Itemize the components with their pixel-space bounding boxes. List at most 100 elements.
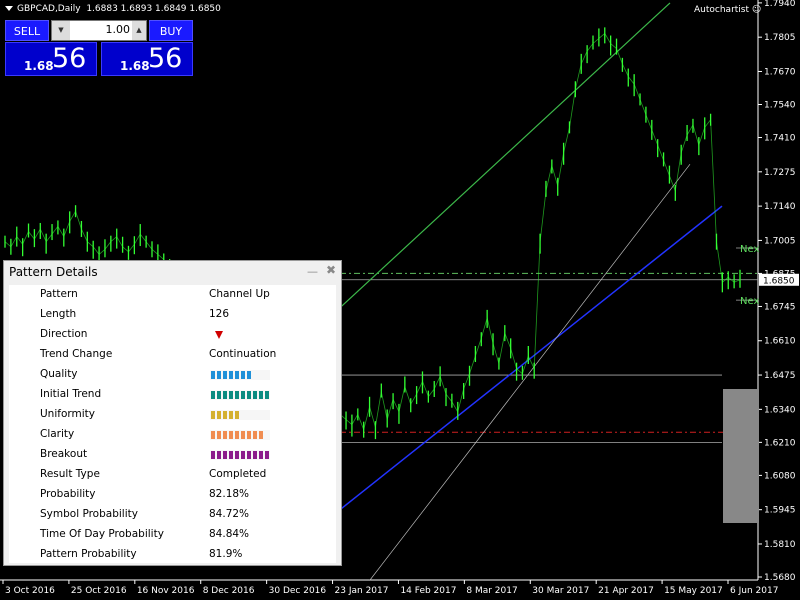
detail-key: Direction <box>40 328 88 340</box>
y-tick-label: 1.5680 <box>764 573 796 583</box>
rating-segment <box>217 451 221 459</box>
channel-upper-line <box>339 2 671 309</box>
rating-segment <box>211 391 215 399</box>
rating-segment <box>253 391 257 399</box>
direction-down-icon <box>215 331 223 339</box>
y-tick-label: 1.7940 <box>764 0 796 9</box>
rating-segment <box>211 431 215 439</box>
rating-segment <box>235 391 239 399</box>
rating-segment <box>241 431 245 439</box>
rating-segment <box>223 431 227 439</box>
lot-up-icon[interactable]: ▲ <box>132 21 146 40</box>
forecast-label: Nex <box>740 296 759 307</box>
pattern-details-table: Pattern Channel Up Length 126 Direction Trend… <box>9 285 336 563</box>
x-tick-label: 21 Apr 2017 <box>598 586 654 596</box>
x-tick-label: 8 Mar 2017 <box>466 586 517 596</box>
rating-segment <box>253 431 257 439</box>
rating-segment <box>265 451 269 459</box>
rating-segment <box>235 371 239 379</box>
y-tick-label: 1.5945 <box>764 506 796 516</box>
detail-key: Initial Trend <box>40 388 102 400</box>
detail-value: Completed <box>209 468 267 480</box>
rating-segment <box>235 411 239 419</box>
rating-bar <box>210 370 270 380</box>
rating-segment <box>247 451 251 459</box>
x-tick-label: 6 Jun 2017 <box>730 586 778 596</box>
detail-row: Symbol Probability 84.72% <box>9 505 336 525</box>
y-tick-label: 1.7540 <box>764 100 796 110</box>
price-axis: 1.7940 1.7805 1.7670 1.7540 1.7410 1.7275 1.71… <box>758 0 799 583</box>
rating-segment <box>235 431 239 439</box>
rating-segment <box>229 371 233 379</box>
detail-row: Breakout <box>9 445 336 465</box>
detail-value: 84.84% <box>209 528 250 540</box>
x-tick-label: 14 Feb 2017 <box>400 586 456 596</box>
close-icon[interactable]: ✖ <box>326 263 336 277</box>
detail-key: Pattern <box>40 288 78 300</box>
smiley-icon: ☺ <box>751 5 762 15</box>
rating-segment <box>253 451 257 459</box>
detail-key: Clarity <box>40 428 75 440</box>
rating-segment <box>259 451 263 459</box>
rating-segment <box>217 371 221 379</box>
rating-segment <box>211 411 215 419</box>
y-tick-label: 1.6745 <box>764 302 796 312</box>
rating-segment <box>229 411 233 419</box>
rating-segment <box>229 451 233 459</box>
rating-segment <box>217 391 221 399</box>
panel-header[interactable]: Pattern Details — ✖ <box>4 261 341 283</box>
ohlc-readout: 1.6883 1.6893 1.6849 1.6850 <box>86 4 221 14</box>
detail-key: Length <box>40 308 77 320</box>
symbol-label: GBPCAD,Daily 1.6883 1.6893 1.6849 1.6850 <box>5 4 221 14</box>
y-tick-label: 1.6475 <box>764 371 796 381</box>
y-tick-label: 1.6610 <box>764 337 796 347</box>
rating-segment <box>241 391 245 399</box>
detail-row: Result Type Completed <box>9 465 336 485</box>
detail-row: Clarity <box>9 425 336 445</box>
sell-button[interactable]: SELL <box>5 20 49 41</box>
autochartist-label[interactable]: Autochartist ☺ <box>694 5 761 15</box>
rating-segment <box>223 411 227 419</box>
rating-segment <box>223 451 227 459</box>
rating-segment <box>235 451 239 459</box>
rating-segment <box>223 391 227 399</box>
x-tick-label: 8 Dec 2016 <box>203 586 255 596</box>
buy-button[interactable]: BUY <box>149 20 193 41</box>
y-tick-label: 1.7670 <box>764 67 796 77</box>
sell-price[interactable]: 1.68 56 <box>5 42 97 76</box>
detail-row: Probability 82.18% <box>9 485 336 505</box>
y-tick-label: 1.5810 <box>764 540 796 550</box>
rating-segment <box>211 371 215 379</box>
y-tick-label: 1.7005 <box>764 236 796 246</box>
detail-row: Uniformity <box>9 405 336 425</box>
rating-segment <box>259 431 263 439</box>
x-tick-label: 15 May 2017 <box>664 586 723 596</box>
lot-value: 1.00 <box>105 23 131 36</box>
detail-value: 81.9% <box>209 548 243 560</box>
y-tick-label: 1.6210 <box>764 438 796 448</box>
time-axis: 3 Oct 2016 25 Oct 2016 16 Nov 2016 8 Dec 20… <box>2 580 778 596</box>
trend-lines <box>339 2 758 581</box>
rating-segment <box>241 371 245 379</box>
rating-segment <box>229 431 233 439</box>
detail-row: Pattern Probability 81.9% <box>9 545 336 565</box>
lot-size-input[interactable]: ▼ 1.00 ▲ <box>51 20 147 41</box>
detail-key: Pattern Probability <box>40 548 137 560</box>
minimize-icon[interactable]: — <box>307 265 318 278</box>
detail-key: Time Of Day Probability <box>40 528 164 540</box>
rating-segment <box>247 371 251 379</box>
x-tick-label: 16 Nov 2016 <box>137 586 195 596</box>
detail-row: Trend Change Continuation <box>9 345 336 365</box>
x-tick-label: 30 Dec 2016 <box>269 586 327 596</box>
lot-down-icon[interactable]: ▼ <box>52 21 70 40</box>
symbol-name: GBPCAD,Daily <box>17 4 81 14</box>
detail-value: Channel Up <box>209 288 270 300</box>
y-tick-label: 1.7410 <box>764 134 796 144</box>
rating-bar <box>210 390 270 400</box>
pattern-details-panel: Pattern Details — ✖ Pattern Channel Up Len… <box>3 260 342 566</box>
buy-price[interactable]: 1.68 56 <box>101 42 193 76</box>
detail-row: Length 126 <box>9 305 336 325</box>
x-tick-label: 3 Oct 2016 <box>5 586 55 596</box>
rating-segment <box>211 451 215 459</box>
rating-segment <box>247 391 251 399</box>
